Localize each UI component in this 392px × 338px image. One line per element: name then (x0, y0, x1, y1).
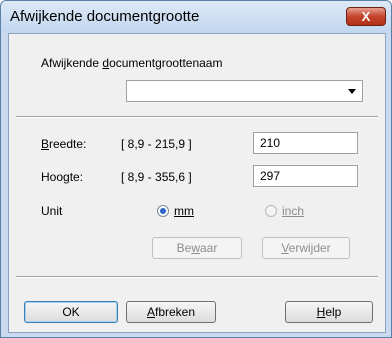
cancel-label-rest: fbreken (154, 305, 196, 319)
dialog-body: Afwijkende documentgroottenaam Breedte: … (8, 33, 386, 333)
height-label-accel: g (63, 170, 70, 184)
unit-mm-radio[interactable] (157, 205, 169, 217)
help-label-rest: elp (325, 305, 342, 319)
separator-top (16, 116, 378, 118)
dialog-title: Afwijkende documentgrootte (10, 8, 200, 25)
help-button[interactable]: Help (285, 301, 373, 323)
unit-inch-label[interactable]: inch (282, 204, 304, 218)
close-button[interactable]: X (346, 7, 386, 26)
height-label: Hoogte: (41, 170, 83, 184)
delete-button[interactable]: Verwijder (262, 237, 350, 259)
width-label: Breedte: (41, 137, 86, 151)
width-input[interactable]: 210 (253, 132, 358, 154)
width-range: [ 8,9 - 215,9 ] (121, 137, 192, 151)
custom-size-name-combobox[interactable] (126, 80, 363, 102)
separator-bottom (16, 276, 378, 278)
dropdown-arrow-icon[interactable] (348, 89, 356, 94)
custom-size-name-label: Afwijkende documentgroottenaam (41, 56, 222, 70)
custom-size-name-label-prefix: Afwijkende (41, 56, 103, 70)
width-label-accel: B (41, 137, 50, 151)
unit-label: Unit (41, 204, 63, 218)
save-label-rest: aar (200, 241, 218, 255)
cancel-button[interactable]: Afbreken (126, 301, 216, 323)
ok-button[interactable]: OK (24, 301, 118, 323)
dialog-window: Afwijkende documentgrootte X Afwijkende … (0, 0, 392, 338)
custom-size-name-label-rest: ocumentgroottenaam (109, 56, 223, 70)
close-icon: X (361, 9, 371, 24)
save-label-prefix: Be (176, 241, 192, 255)
save-label-accel: w (191, 241, 200, 255)
height-label-prefix: Hoo (41, 170, 64, 184)
save-button[interactable]: Bewaar (152, 237, 242, 259)
height-range: [ 8,9 - 355,6 ] (121, 170, 192, 184)
delete-label-rest: erwijder (288, 241, 331, 255)
height-label-rest: te: (69, 170, 84, 184)
height-input[interactable]: 297 (253, 165, 358, 187)
title-bar[interactable]: Afwijkende documentgrootte X (1, 1, 391, 33)
cancel-label-accel: A (146, 305, 155, 319)
delete-label-accel: V (281, 241, 289, 255)
unit-inch-radio[interactable] (265, 205, 277, 217)
unit-mm-label[interactable]: mm (174, 204, 194, 218)
width-label-rest: reedte: (49, 137, 87, 151)
